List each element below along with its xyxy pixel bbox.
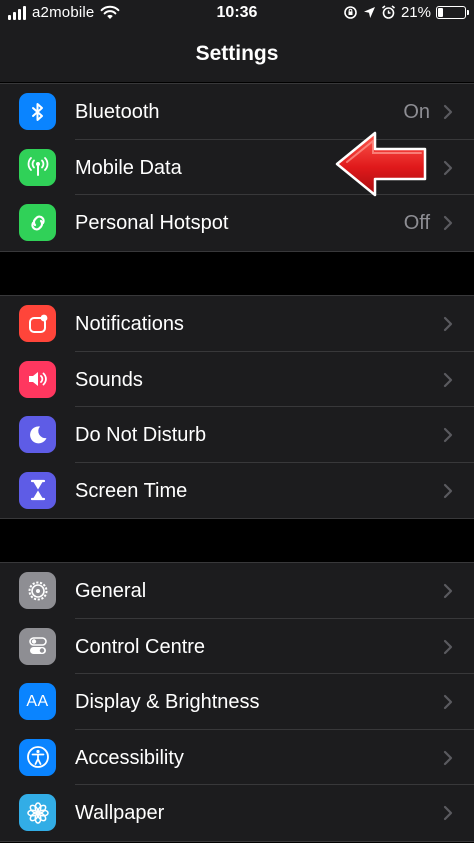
battery-icon	[436, 6, 469, 19]
settings-row-display-brightness[interactable]: AA Display & Brightness	[0, 674, 474, 730]
settings-row-sounds[interactable]: Sounds	[0, 352, 474, 407]
status-bar-right: 21%	[343, 4, 469, 21]
settings-row-label: Notifications	[75, 313, 184, 335]
settings-row-notifications[interactable]: Notifications	[0, 296, 474, 352]
status-bar: a2mobile 10:36 21%	[0, 0, 474, 26]
chevron-right-icon	[443, 160, 453, 175]
settings-row-value: Off	[403, 212, 430, 234]
text-size-icon: AA	[19, 683, 56, 720]
chevron-right-icon	[443, 639, 453, 654]
settings-row-do-not-disturb[interactable]: Do Not Disturb	[0, 407, 474, 463]
navigation-bar: Settings	[0, 26, 474, 82]
notifications-icon	[19, 305, 56, 342]
chevron-right-icon	[443, 316, 453, 332]
toggles-icon	[19, 627, 56, 665]
settings-row-screen-time[interactable]: Screen Time	[0, 463, 474, 519]
settings-row-personal-hotspot[interactable]: Personal Hotspot Off	[0, 195, 474, 251]
battery-fill	[438, 8, 443, 17]
settings-row-general[interactable]: General	[0, 563, 474, 619]
flower-icon	[19, 794, 56, 831]
battery-percentage: 21%	[400, 4, 431, 21]
settings-row-label: Bluetooth	[75, 101, 160, 123]
gear-icon	[19, 572, 56, 609]
settings-row-label: Personal Hotspot	[75, 212, 229, 234]
settings-group-notifications: Notifications Sounds Do Not Disturb Scre…	[0, 295, 474, 519]
settings-row-label: Control Centre	[75, 635, 206, 658]
chevron-right-icon	[443, 583, 453, 599]
settings-row-label: General	[75, 580, 147, 602]
location-arrow-icon	[363, 7, 375, 18]
speaker-icon	[19, 360, 56, 398]
chevron-right-icon	[443, 215, 453, 231]
settings-row-value: On	[403, 101, 430, 123]
chevron-right-icon	[443, 694, 453, 710]
chevron-right-icon	[443, 427, 453, 443]
settings-row-label: Display & Brightness	[75, 691, 260, 713]
alarm-clock-icon	[381, 5, 395, 19]
red-arrow-annotation-icon	[335, 131, 427, 197]
settings-row-accessibility[interactable]: Accessibility	[0, 730, 474, 785]
moon-icon	[19, 416, 56, 453]
settings-row-label: Do Not Disturb	[75, 424, 207, 446]
accessibility-icon	[19, 738, 56, 776]
hourglass-icon	[19, 471, 56, 509]
settings-row-label: Sounds	[75, 368, 143, 391]
bluetooth-icon	[19, 93, 56, 130]
chevron-right-icon	[443, 104, 453, 120]
chevron-right-icon	[443, 805, 453, 821]
settings-row-label: Screen Time	[75, 479, 188, 502]
settings-row-label: Accessibility	[75, 746, 184, 769]
chevron-right-icon	[443, 372, 453, 387]
settings-group-general: General Control Centre AA Display & Brig…	[0, 562, 474, 842]
settings-row-label: Mobile Data	[75, 156, 182, 179]
hotspot-icon	[19, 204, 56, 241]
page-title: Settings	[195, 42, 279, 65]
chevron-right-icon	[443, 750, 453, 765]
antenna-icon	[19, 148, 56, 186]
orientation-lock-icon	[344, 6, 357, 19]
chevron-right-icon	[443, 483, 453, 498]
text-size-icon-label: AA	[26, 692, 49, 710]
settings-row-wallpaper[interactable]: Wallpaper	[0, 785, 474, 841]
settings-row-label: Wallpaper	[75, 802, 165, 824]
settings-row-control-centre[interactable]: Control Centre	[0, 619, 474, 674]
